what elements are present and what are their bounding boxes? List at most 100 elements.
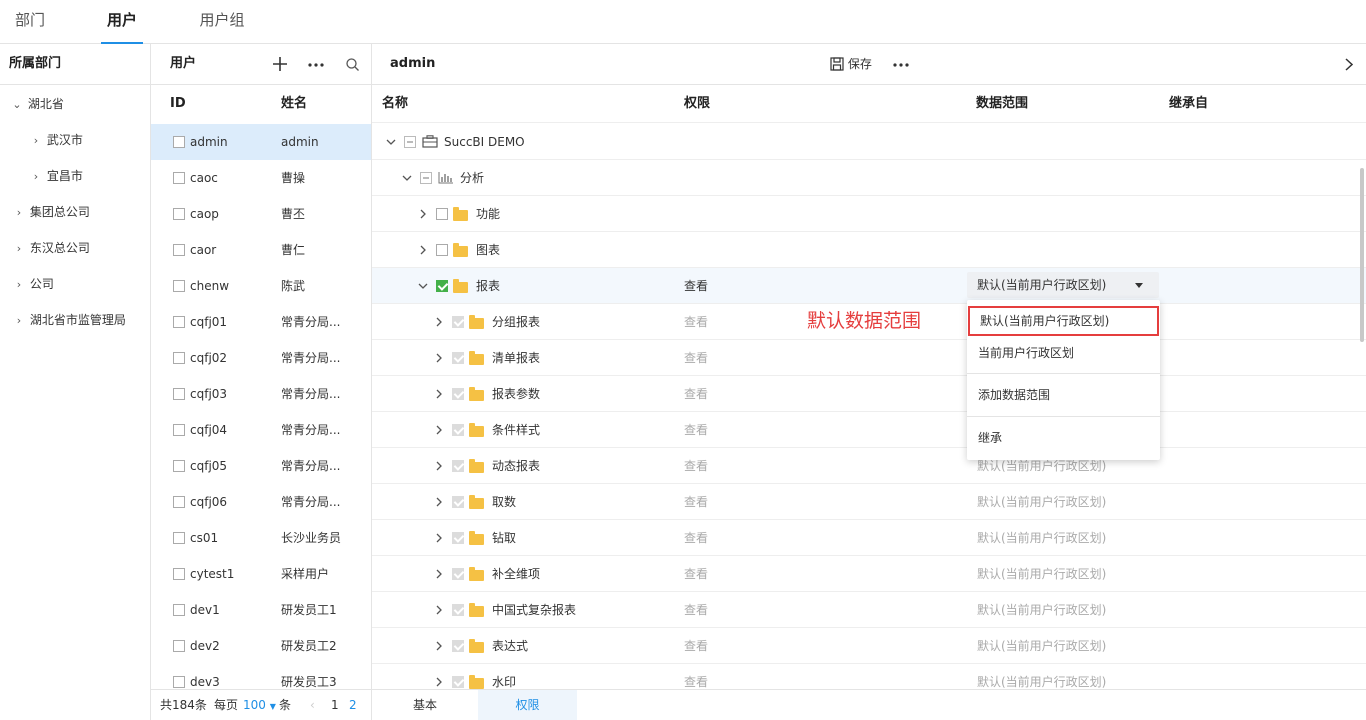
user-row[interactable]: cqfj06 常青分局... (151, 484, 371, 520)
tree-row[interactable]: 条件样式 查看 (372, 412, 1366, 448)
chevron-right-icon[interactable]: › (12, 303, 26, 339)
dept-item-hubei[interactable]: ⌄ 湖北省 (10, 86, 63, 123)
page-2[interactable]: 2 (349, 690, 357, 720)
chevron-right-icon[interactable] (1345, 58, 1353, 71)
menu-item-default[interactable]: 默认(当前用户行政区划) (968, 306, 1159, 336)
dept-item-company[interactable]: › 公司 (12, 266, 54, 302)
row-checkbox[interactable] (173, 604, 185, 616)
chevron-right-icon[interactable] (436, 497, 443, 507)
chevron-right-icon[interactable] (436, 317, 443, 327)
tree-row[interactable]: 表达式 查看 默认(当前用户行政区划) (372, 628, 1366, 664)
tree-checkbox[interactable] (452, 532, 464, 544)
tree-row[interactable]: 取数 查看 默认(当前用户行政区划) (372, 484, 1366, 520)
data-scope-select[interactable]: 默认(当前用户行政区划) (967, 272, 1159, 298)
user-row[interactable]: dev1 研发员工1 (151, 592, 371, 628)
row-checkbox[interactable] (173, 316, 185, 328)
chevron-right-icon[interactable] (436, 461, 443, 471)
tree-checkbox[interactable] (436, 208, 448, 220)
tree-row[interactable]: 功能 (372, 196, 1366, 232)
search-icon[interactable] (346, 58, 359, 71)
tree-checkbox[interactable] (452, 640, 464, 652)
chevron-right-icon[interactable] (436, 353, 443, 363)
chevron-right-icon[interactable] (436, 677, 443, 687)
row-checkbox[interactable] (173, 568, 185, 580)
vertical-scrollbar[interactable] (1360, 168, 1364, 342)
tree-row[interactable]: 补全维项 查看 默认(当前用户行政区划) (372, 556, 1366, 592)
row-checkbox[interactable] (173, 352, 185, 364)
tab-basic[interactable]: 基本 (372, 690, 478, 720)
row-checkbox[interactable] (173, 496, 185, 508)
dept-item-wuhan[interactable]: › 武汉市 (29, 122, 83, 158)
tree-checkbox[interactable] (452, 604, 464, 616)
user-row[interactable]: cqfj03 常青分局... (151, 376, 371, 412)
menu-item-inherit[interactable]: 继承 (967, 422, 1160, 454)
chevron-right-icon[interactable] (436, 641, 443, 651)
tree-checkbox[interactable] (452, 460, 464, 472)
tab-user-group[interactable]: 用户组 (190, 0, 254, 44)
row-checkbox[interactable] (173, 388, 185, 400)
chevron-right-icon[interactable] (436, 533, 443, 543)
chevron-down-icon[interactable]: ⌄ (10, 87, 24, 123)
page-1[interactable]: 1 (331, 690, 339, 720)
row-checkbox[interactable] (173, 136, 185, 148)
chevron-right-icon[interactable]: › (29, 159, 43, 195)
user-row[interactable]: caop 曹丕 (151, 196, 371, 232)
tree-checkbox[interactable] (452, 424, 464, 436)
tree-row[interactable]: 报表 查看 (372, 268, 1366, 304)
user-row[interactable]: cytest1 采样用户 (151, 556, 371, 592)
more-icon[interactable] (893, 63, 909, 67)
chevron-right-icon[interactable]: › (29, 123, 43, 159)
chevron-right-icon[interactable] (436, 605, 443, 615)
row-checkbox[interactable] (173, 676, 185, 688)
tree-row[interactable]: SuccBI DEMO (372, 124, 1366, 160)
tree-row[interactable]: 动态报表 查看 默认(当前用户行政区划) (372, 448, 1366, 484)
chevron-right-icon[interactable] (436, 425, 443, 435)
tree-checkbox[interactable] (452, 496, 464, 508)
tree-checkbox[interactable] (420, 172, 432, 184)
user-row[interactable]: dev2 研发员工2 (151, 628, 371, 664)
save-button[interactable]: 保存 (830, 44, 872, 84)
dept-item-donghan-hq[interactable]: › 东汉总公司 (12, 230, 90, 266)
tree-checkbox[interactable] (452, 568, 464, 580)
chevron-right-icon[interactable]: › (12, 267, 26, 303)
row-checkbox[interactable] (173, 172, 185, 184)
per-page-select[interactable]: 100 ▼ (243, 690, 276, 720)
chevron-right-icon[interactable] (420, 245, 427, 255)
more-icon[interactable] (308, 63, 324, 67)
tree-checkbox[interactable] (436, 280, 448, 292)
user-row[interactable]: cqfj02 常青分局... (151, 340, 371, 376)
chevron-right-icon[interactable] (436, 389, 443, 399)
chevron-down-icon[interactable] (402, 175, 412, 182)
user-row[interactable]: cs01 长沙业务员 (151, 520, 371, 556)
user-row[interactable]: cqfj05 常青分局... (151, 448, 371, 484)
tree-checkbox[interactable] (452, 316, 464, 328)
tree-row[interactable]: 图表 (372, 232, 1366, 268)
tree-checkbox[interactable] (452, 388, 464, 400)
row-checkbox[interactable] (173, 280, 185, 292)
dept-item-yichang[interactable]: › 宜昌市 (29, 158, 83, 194)
user-row[interactable]: cqfj04 常青分局... (151, 412, 371, 448)
tree-row[interactable]: 中国式复杂报表 查看 默认(当前用户行政区划) (372, 592, 1366, 628)
chevron-right-icon[interactable]: › (12, 195, 26, 231)
tree-row[interactable]: 钻取 查看 默认(当前用户行政区划) (372, 520, 1366, 556)
tree-checkbox[interactable] (436, 244, 448, 256)
chevron-right-icon[interactable]: › (12, 231, 26, 267)
tab-permission[interactable]: 权限 (478, 690, 577, 720)
tree-checkbox[interactable] (404, 136, 416, 148)
tab-department[interactable]: 部门 (0, 0, 60, 44)
user-row[interactable]: chenw 陈武 (151, 268, 371, 304)
chevron-down-icon[interactable] (418, 283, 428, 290)
row-checkbox[interactable] (173, 640, 185, 652)
dept-item-group-hq[interactable]: › 集团总公司 (12, 194, 90, 230)
row-checkbox[interactable] (173, 532, 185, 544)
user-row[interactable]: caoc 曹操 (151, 160, 371, 196)
row-checkbox[interactable] (173, 208, 185, 220)
user-row[interactable]: caor 曹仁 (151, 232, 371, 268)
user-row[interactable]: admin admin (151, 124, 371, 160)
chevron-down-icon[interactable] (386, 139, 396, 146)
prev-page-icon[interactable]: ‹ (310, 690, 315, 720)
row-checkbox[interactable] (173, 244, 185, 256)
chevron-right-icon[interactable] (420, 209, 427, 219)
menu-item-add-scope[interactable]: 添加数据范围 (967, 379, 1160, 411)
row-checkbox[interactable] (173, 424, 185, 436)
